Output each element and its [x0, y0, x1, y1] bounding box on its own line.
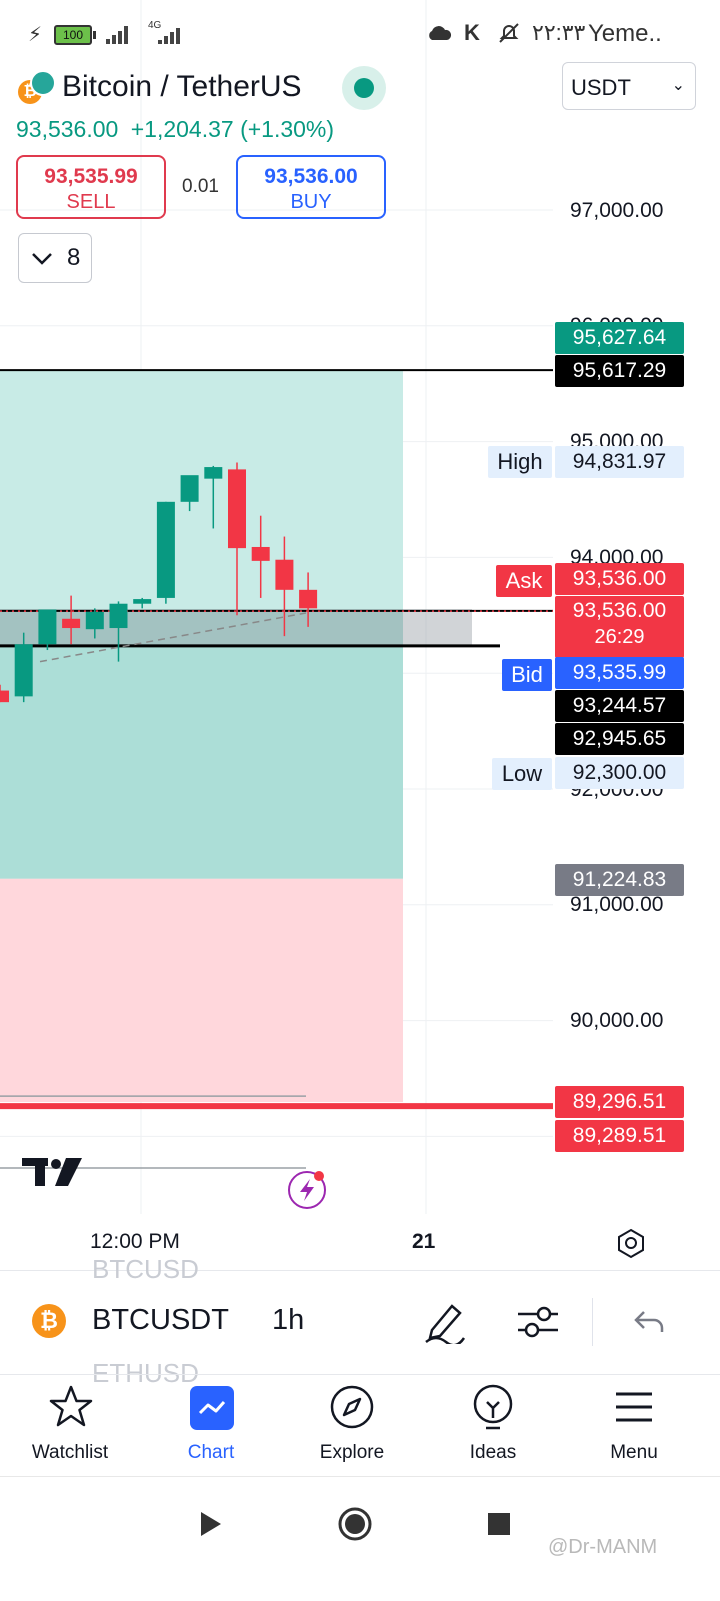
time-tick: 12:00 PM: [90, 1230, 180, 1253]
draw-icon[interactable]: [422, 1298, 466, 1344]
tether-logo-icon: [30, 70, 56, 96]
chart-icon: [190, 1386, 234, 1430]
candle-body: [62, 618, 81, 629]
profit-filled-zone: [0, 609, 403, 879]
candle-body: [133, 599, 152, 604]
candle-body: [204, 467, 223, 479]
sell-button[interactable]: 93,535.99 SELL: [16, 155, 166, 219]
play-icon[interactable]: [198, 1509, 224, 1539]
high-label: High: [488, 446, 552, 478]
bitcoin-logo-icon: ₿: [32, 1304, 66, 1338]
candle-body: [180, 475, 199, 502]
order-quantity[interactable]: 0.01: [182, 176, 219, 198]
bar-countdown: 26:29: [594, 626, 645, 648]
sell-price: 93,535.99: [44, 165, 138, 188]
chevron-down-icon: ⌄: [671, 77, 685, 94]
currency-select[interactable]: USDT ⌄: [562, 62, 696, 110]
candle-body: [38, 609, 57, 645]
ask-price-tag: 93,536.00: [555, 563, 684, 595]
candle-body: [251, 546, 270, 561]
stop-loss-tag[interactable]: 89,296.51: [555, 1086, 684, 1118]
symbol-selector[interactable]: BTCUSDT: [92, 1304, 229, 1337]
candle-body: [85, 611, 104, 630]
high-price-tag: 94,831.97: [555, 446, 684, 478]
lightbulb-icon: [473, 1384, 513, 1430]
nav-label: Ideas: [469, 1442, 517, 1463]
home-icon[interactable]: [336, 1505, 374, 1543]
buy-price: 93,536.00: [264, 165, 358, 188]
line-price-tag[interactable]: 92,945.65: [555, 723, 684, 755]
last-price-tag: 93,536.00 26:29: [555, 596, 684, 658]
menu-icon: [616, 1392, 652, 1422]
nav-watchlist[interactable]: Watchlist: [10, 1384, 130, 1470]
flash-icon[interactable]: [286, 1168, 330, 1212]
low-label: Low: [492, 758, 552, 790]
ghost-symbol-above: BTCUSD: [92, 1254, 199, 1284]
candle-body: [0, 690, 9, 703]
ask-label: Ask: [496, 565, 552, 597]
watermark: @Dr-MANM: [548, 1536, 658, 1558]
chevron-down-icon: [32, 253, 52, 265]
chart-settings-icon[interactable]: [614, 1226, 648, 1260]
nav-label: Menu: [610, 1442, 658, 1463]
indicator-count: 8: [67, 244, 81, 271]
last-price: 93,536.00: [16, 116, 119, 142]
nav-menu[interactable]: Menu: [574, 1384, 694, 1470]
toolbar-divider: [592, 1298, 593, 1346]
buy-button[interactable]: 93,536.00 BUY: [236, 155, 386, 219]
stop-icon[interactable]: [486, 1511, 512, 1537]
candle-body: [14, 644, 33, 697]
nav-chart[interactable]: Chart: [151, 1384, 271, 1470]
low-price-tag: 92,300.00: [555, 757, 684, 789]
nav-label: Chart: [187, 1442, 235, 1463]
candle-body: [156, 501, 175, 598]
price-tick: 91,000.00: [570, 893, 664, 916]
price-tick: 90,000.00: [570, 1009, 664, 1032]
candle-body: [275, 559, 294, 590]
candle-body: [109, 603, 128, 629]
target-price-tag[interactable]: 91,224.83: [555, 864, 684, 896]
price-tick: 97,000.00: [570, 199, 664, 222]
currency-value: USDT: [571, 75, 631, 100]
bid-price-tag: 93,535.99: [555, 657, 684, 689]
indicator-settings-icon[interactable]: [516, 1302, 560, 1342]
star-icon: [49, 1385, 93, 1427]
entry-price-tag[interactable]: 93,244.57: [555, 690, 684, 722]
sell-label: SELL: [66, 191, 116, 213]
tradingview-logo: [22, 1158, 82, 1186]
symbol-title[interactable]: Bitcoin / TetherUS: [62, 70, 302, 104]
indicators-toggle[interactable]: 8: [18, 233, 92, 283]
nav-label: Explore: [319, 1442, 385, 1463]
candle-body: [228, 469, 246, 549]
compass-icon: [330, 1385, 374, 1429]
take-profit-tag[interactable]: 95,617.29: [555, 355, 684, 387]
stop-price-tag[interactable]: 89,289.51: [555, 1120, 684, 1152]
buy-label: BUY: [290, 191, 332, 213]
nav-ideas[interactable]: Ideas: [433, 1384, 553, 1470]
market-open-dot-icon: [354, 78, 374, 98]
price-tag: 95,627.64: [555, 322, 684, 354]
bid-label: Bid: [502, 659, 552, 691]
change-value: +1,204.37 (+1.30%): [130, 116, 335, 142]
nav-label: Watchlist: [31, 1442, 109, 1463]
interval-selector[interactable]: 1h: [272, 1304, 304, 1337]
last-price-value: 93,536.00: [572, 599, 667, 622]
nav-explore[interactable]: Explore: [292, 1384, 412, 1470]
price-change: 93,536.00 +1,204.37 (+1.30%): [16, 116, 334, 143]
candle-body: [299, 589, 318, 609]
undo-icon[interactable]: [632, 1306, 666, 1336]
time-tick: 21: [412, 1230, 436, 1253]
loss-zone: [0, 878, 403, 1103]
